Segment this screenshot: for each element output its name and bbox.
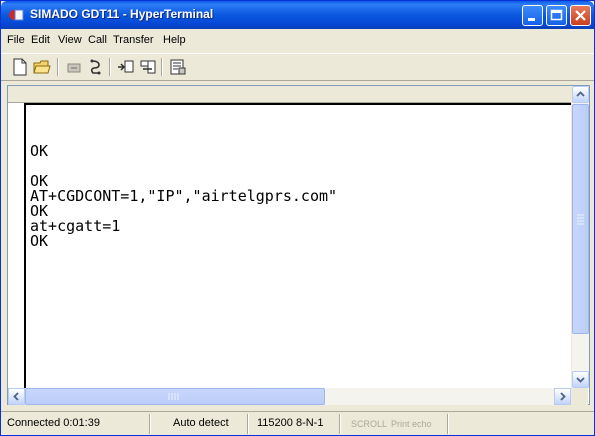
scroll-status: SCROLL	[351, 419, 388, 429]
arrow-left-icon	[13, 392, 19, 401]
connect-icon[interactable]	[87, 58, 105, 76]
terminal-line: OK	[30, 232, 49, 250]
menu-file[interactable]: File	[7, 34, 25, 46]
arrow-right-icon	[560, 392, 566, 401]
toolbar	[1, 53, 594, 81]
menu-transfer[interactable]: Transfer	[113, 34, 154, 46]
status-divider	[339, 414, 341, 434]
title-bar[interactable]: SIMADO GDT11 - HyperTerminal	[1, 1, 594, 29]
scroll-down-button[interactable]	[572, 371, 589, 388]
arrow-up-icon	[576, 91, 585, 97]
menu-view[interactable]: View	[58, 34, 82, 46]
toolbar-separator	[109, 58, 111, 76]
window-title: SIMADO GDT11 - HyperTerminal	[30, 7, 214, 21]
terminal-line: AT+CGDCONT=1,"IP","airtelgprs.com"	[30, 187, 338, 205]
properties-icon[interactable]	[169, 58, 187, 76]
grip-icon	[168, 393, 179, 400]
menu-call[interactable]: Call	[88, 34, 107, 46]
grip-icon	[577, 214, 584, 225]
hyperterminal-window: SIMADO GDT11 - HyperTerminal File Edit V…	[0, 0, 595, 436]
minimize-button[interactable]	[522, 5, 543, 26]
maximize-button[interactable]	[546, 5, 567, 26]
menu-help[interactable]: Help	[163, 34, 186, 46]
status-bar: Connected 0:01:39 Auto detect 115200 8-N…	[1, 411, 594, 436]
port-settings: 115200 8-N-1	[257, 417, 324, 429]
open-icon[interactable]	[33, 58, 51, 76]
status-divider	[149, 414, 151, 434]
status-divider	[447, 414, 449, 434]
menu-bar: File Edit View Call Transfer Help	[1, 31, 594, 51]
terminal-screen[interactable]: OK OK AT+CGDCONT=1,"IP","airtelgprs.com" O…	[24, 103, 573, 390]
menu-edit[interactable]: Edit	[31, 34, 50, 46]
arrow-down-icon	[576, 377, 585, 383]
terminal-line: OK	[30, 142, 49, 160]
maximize-icon	[550, 9, 563, 21]
horizontal-scroll-thumb[interactable]	[25, 388, 325, 405]
toolbar-separator	[161, 58, 163, 76]
minimize-icon	[528, 18, 535, 21]
disconnect-icon[interactable]	[65, 58, 83, 76]
scrollbar-corner	[571, 388, 588, 405]
vertical-scroll-thumb[interactable]	[572, 104, 589, 334]
terminal-area: OK OK AT+CGDCONT=1,"IP","airtelgprs.com" O…	[7, 85, 590, 405]
connection-time: Connected 0:01:39	[7, 417, 100, 429]
vertical-scrollbar[interactable]	[571, 86, 589, 388]
detect-status: Auto detect	[173, 417, 229, 429]
horizontal-scrollbar[interactable]	[8, 388, 571, 405]
scroll-left-button[interactable]	[8, 388, 25, 405]
scroll-right-button[interactable]	[554, 388, 571, 405]
send-icon[interactable]	[117, 58, 135, 76]
terminal-line: at+cgatt=1	[30, 217, 121, 235]
new-connection-icon[interactable]	[11, 58, 29, 76]
terminal-output: OK OK AT+CGDCONT=1,"IP","airtelgprs.com" O…	[30, 129, 337, 249]
toolbar-separator	[57, 58, 59, 76]
hyperterminal-icon	[8, 7, 24, 23]
close-icon	[575, 10, 586, 21]
receive-icon[interactable]	[139, 58, 157, 76]
close-button[interactable]	[570, 5, 591, 26]
capture-status: Print echo	[391, 419, 432, 429]
status-divider	[247, 414, 249, 434]
terminal-header-strip	[8, 86, 571, 103]
scroll-up-button[interactable]	[572, 86, 589, 103]
